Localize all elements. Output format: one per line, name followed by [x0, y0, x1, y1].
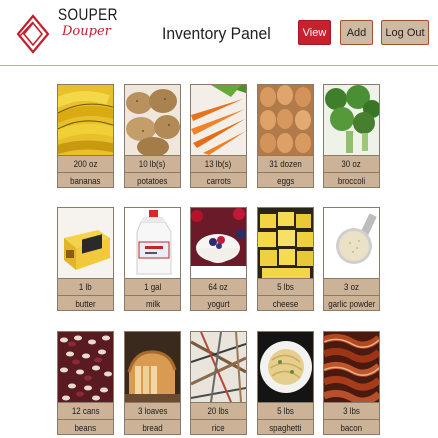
yogurt-photo-icon: [191, 208, 246, 278]
milk-photo-icon: [125, 208, 180, 278]
item-quantity: 3 lbs: [324, 402, 379, 420]
broccoli-photo-icon: [324, 85, 379, 155]
item-name: milk: [125, 295, 180, 313]
inventory-card-cheese[interactable]: 5 lbs cheese: [257, 207, 314, 311]
rice-photo-icon: [191, 332, 246, 402]
item-name: butter: [58, 295, 113, 313]
item-quantity: 12 cans: [58, 402, 113, 420]
item-quantity: 20 lbs: [191, 402, 246, 420]
item-quantity: 10 lb(s): [125, 155, 180, 173]
inventory-card-yogurt[interactable]: 64 oz yogurt: [190, 207, 247, 311]
item-name: beans: [58, 419, 113, 437]
item-name: cheese: [258, 295, 313, 313]
cheese-photo-icon: [258, 208, 313, 278]
item-name: rice: [191, 419, 246, 437]
item-name: carrots: [191, 172, 246, 190]
inventory-card-beans[interactable]: 12 cans beans: [57, 331, 114, 435]
item-quantity: 5 lbs: [258, 278, 313, 296]
item-quantity: 3 oz: [324, 278, 379, 296]
inventory-card-garlic-powder[interactable]: 3 oz garlic powder: [323, 207, 380, 311]
inventory-card-broccoli[interactable]: 30 oz broccoli: [323, 84, 380, 188]
inventory-card-bacon[interactable]: 3 lbs bacon: [323, 331, 380, 435]
inventory-card-spaghetti[interactable]: 5 lbs spaghetti: [257, 331, 314, 435]
potatoes-photo-icon: [125, 85, 180, 155]
inventory-grid: 200 oz bananas 10 lb(s) potatoes 13 lb(s…: [0, 0, 438, 438]
item-name: garlic powder: [324, 295, 379, 313]
item-name: bread: [125, 419, 180, 437]
inventory-card-bananas[interactable]: 200 oz bananas: [57, 84, 114, 188]
item-name: bananas: [58, 172, 113, 190]
item-quantity: 200 oz: [58, 155, 113, 173]
item-quantity: 31 dozen: [258, 155, 313, 173]
bread-photo-icon: [125, 332, 180, 402]
item-name: eggs: [258, 172, 313, 190]
item-quantity: 64 oz: [191, 278, 246, 296]
item-name: spaghetti: [258, 419, 313, 437]
inventory-card-bread[interactable]: 3 loaves bread: [124, 331, 181, 435]
inventory-card-potatoes[interactable]: 10 lb(s) potatoes: [124, 84, 181, 188]
item-quantity: 1 gal: [125, 278, 180, 296]
item-name: bacon: [324, 419, 379, 437]
bacon-photo-icon: [324, 332, 379, 402]
item-quantity: 1 lb: [58, 278, 113, 296]
inventory-card-rice[interactable]: 20 lbs rice: [190, 331, 247, 435]
beans-photo-icon: [58, 332, 113, 402]
spaghetti-photo-icon: [258, 332, 313, 402]
garlic-powder-photo-icon: [324, 208, 379, 278]
inventory-card-milk[interactable]: 1 gal milk: [124, 207, 181, 311]
butter-photo-icon: [58, 208, 113, 278]
eggs-photo-icon: [258, 85, 313, 155]
inventory-card-eggs[interactable]: 31 dozen eggs: [257, 84, 314, 188]
item-name: broccoli: [324, 172, 379, 190]
item-quantity: 30 oz: [324, 155, 379, 173]
item-quantity: 3 loaves: [125, 402, 180, 420]
bananas-photo-icon: [58, 85, 113, 155]
item-quantity: 13 lb(s): [191, 155, 246, 173]
inventory-card-butter[interactable]: 1 lb butter: [57, 207, 114, 311]
item-name: yogurt: [191, 295, 246, 313]
carrots-photo-icon: [191, 85, 246, 155]
inventory-card-carrots[interactable]: 13 lb(s) carrots: [190, 84, 247, 188]
item-quantity: 5 lbs: [258, 402, 313, 420]
item-name: potatoes: [125, 172, 180, 190]
